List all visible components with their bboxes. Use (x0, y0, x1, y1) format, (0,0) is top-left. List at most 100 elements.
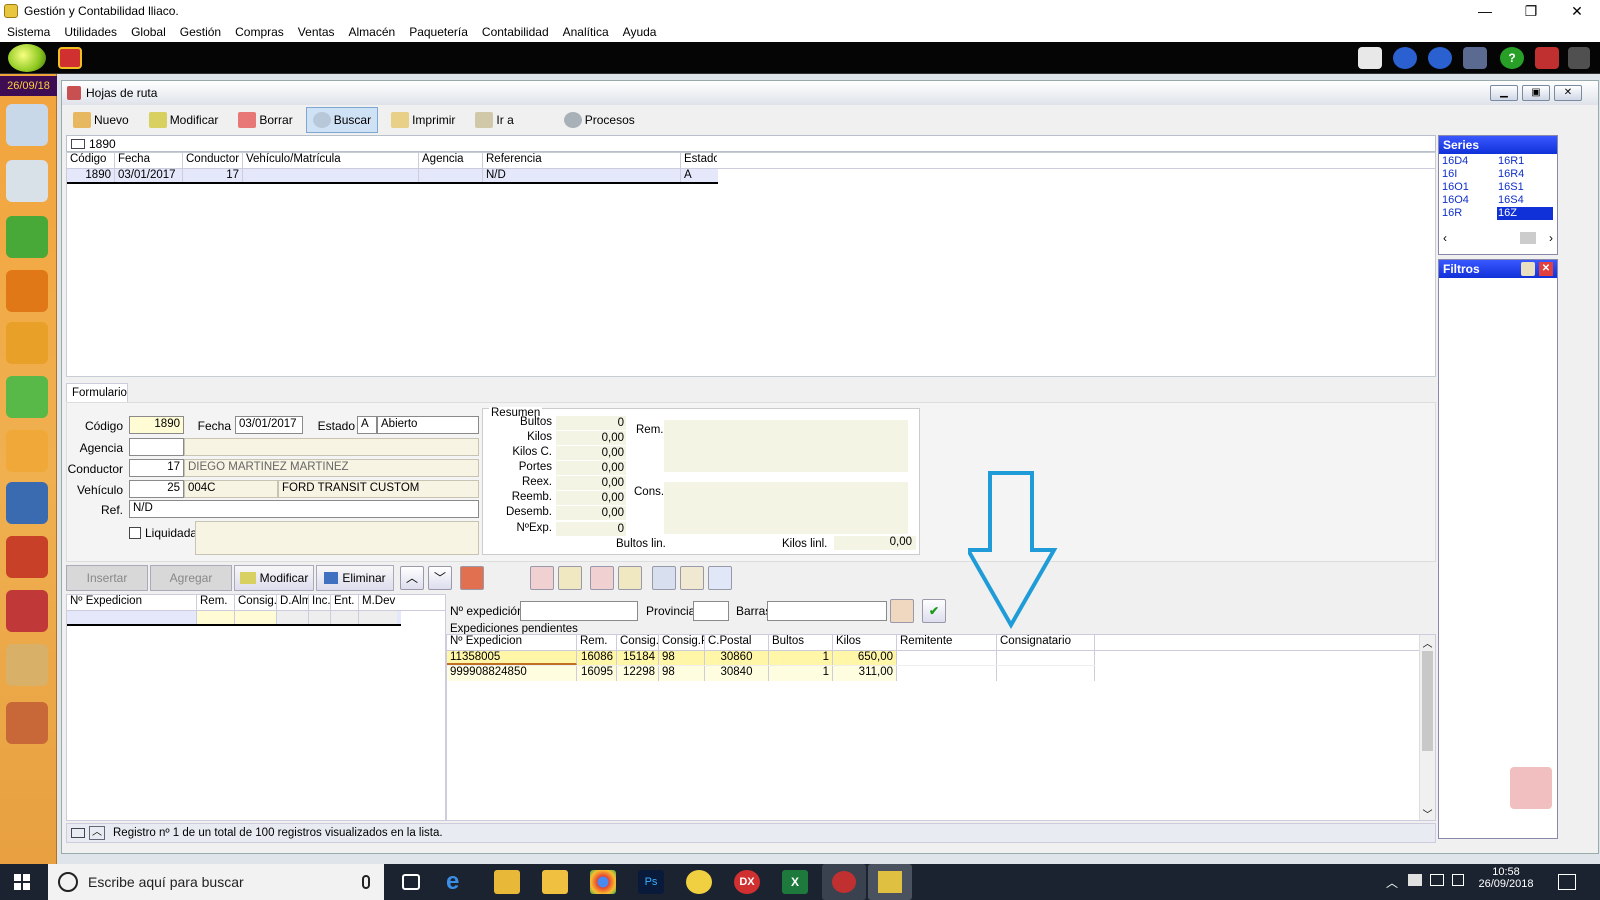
task-app-active-2[interactable] (868, 864, 912, 900)
scroll-down-icon[interactable]: ﹀ (1420, 806, 1435, 821)
series-item[interactable]: 16S1 (1497, 181, 1553, 194)
envelope-icon[interactable] (680, 566, 704, 590)
series-item[interactable]: 16O4 (1441, 194, 1497, 207)
ref-field[interactable]: N/D (129, 500, 479, 518)
child-restore-button[interactable]: ▣ (1522, 85, 1550, 101)
series-item[interactable]: 16S4 (1497, 194, 1553, 207)
invoice-f2-icon[interactable] (6, 270, 48, 312)
col-inc[interactable]: Inc. (309, 595, 331, 610)
series-scrollbar[interactable]: ‹ › (1439, 230, 1557, 246)
menu-global[interactable]: Global (124, 25, 173, 39)
network-icon[interactable] (1430, 874, 1444, 886)
document-icon[interactable] (558, 566, 582, 590)
mail-app-icon[interactable] (494, 870, 520, 894)
forward-arrow-icon[interactable] (1428, 47, 1452, 69)
vehiculo-field[interactable]: 25 (129, 480, 184, 498)
col-conductor[interactable]: Conductor (183, 153, 243, 168)
r-logo-icon[interactable] (58, 47, 82, 69)
col-agencia[interactable]: Agencia (419, 153, 483, 168)
ledger-icon[interactable] (6, 482, 48, 524)
invoice-f-icon[interactable] (6, 216, 48, 258)
child-minimize-button[interactable]: ▁ (1490, 85, 1518, 101)
chrome-icon[interactable] (590, 870, 616, 894)
lineas-empty-row[interactable] (67, 611, 401, 626)
conductor-field[interactable]: 17 (129, 459, 184, 477)
user-icon[interactable] (6, 160, 48, 202)
col-rem[interactable]: Rem. (197, 595, 235, 610)
notifications-icon[interactable] (1558, 874, 1576, 890)
menu-sistema[interactable]: Sistema (0, 25, 57, 39)
tab-formulario[interactable]: Formulario (66, 383, 128, 403)
col-p-cpostal[interactable]: C.Postal (705, 635, 769, 650)
col-mdev[interactable]: M.Dev (359, 595, 397, 610)
series-item[interactable]: 16R (1441, 207, 1497, 220)
menu-ventas[interactable]: Ventas (291, 25, 342, 39)
scroll-right-icon[interactable]: › (1549, 231, 1553, 245)
window-list-icon[interactable] (1463, 47, 1487, 69)
series-item[interactable]: 16O1 (1441, 181, 1497, 194)
col-p-rem[interactable]: Rem. (577, 635, 617, 650)
agencia-field[interactable] (129, 438, 184, 456)
question-box-icon[interactable] (6, 644, 48, 686)
col-p-remitente[interactable]: Remitente (897, 635, 997, 650)
menu-almacen[interactable]: Almacén (342, 25, 403, 39)
col-p-consig[interactable]: Consig. (617, 635, 659, 650)
nexp-input[interactable] (520, 601, 638, 621)
confirm-check-icon[interactable]: ✔ (922, 599, 946, 623)
page-icon[interactable] (708, 566, 732, 590)
eliminar-button[interactable]: Eliminar (316, 565, 394, 591)
exit-icon[interactable] (1568, 47, 1590, 69)
col-p-bultos[interactable]: Bultos (769, 635, 833, 650)
col-consig[interactable]: Consig. (235, 595, 277, 610)
col-p-kilos[interactable]: Kilos (833, 635, 897, 650)
barras-input[interactable] (767, 601, 887, 621)
estado-code-field[interactable]: A (357, 416, 377, 434)
series-item[interactable]: 16Z (1497, 207, 1553, 220)
erp-app-icon[interactable] (686, 870, 712, 894)
dx-app-icon[interactable]: DX (734, 870, 760, 894)
filtros-close-icon[interactable]: ✕ (1539, 262, 1553, 276)
series-scroll-thumb[interactable] (1520, 232, 1536, 244)
table-row[interactable]: 1890 03/01/2017 17 N/D A (67, 169, 718, 184)
col-referencia[interactable]: Referencia (483, 153, 681, 168)
mail-icon[interactable] (1358, 47, 1382, 69)
series-item[interactable]: 16I (1441, 168, 1497, 181)
menu-ayuda[interactable]: Ayuda (616, 25, 664, 39)
col-nexpedicion[interactable]: Nº Expedicion (67, 595, 197, 610)
menu-gestion[interactable]: Gestión (173, 25, 228, 39)
menu-paqueteria[interactable]: Paquetería (402, 25, 475, 39)
scroll-up-icon[interactable]: ︿ (1420, 635, 1435, 650)
restore-button[interactable]: ❐ (1508, 0, 1554, 22)
photoshop-icon[interactable]: Ps (638, 870, 664, 894)
col-dalm[interactable]: D.Alm. (277, 595, 309, 610)
file-explorer-icon[interactable] (542, 870, 568, 894)
person-red-2-icon[interactable] (590, 566, 614, 590)
move-down-button[interactable]: ﹀ (428, 566, 452, 590)
menu-analitica[interactable]: Analítica (556, 25, 616, 39)
bag-orange-icon[interactable] (6, 430, 48, 472)
agregar-button[interactable]: Agregar (150, 565, 232, 591)
task-app-active-1[interactable] (822, 864, 866, 900)
tray-chevron-icon[interactable]: ︿ (1386, 874, 1398, 891)
col-p-consigp[interactable]: Consig.P (659, 635, 705, 650)
collapse-icon[interactable]: ︿ (89, 826, 105, 840)
menu-utilidades[interactable]: Utilidades (57, 25, 124, 39)
excel-icon[interactable]: X (782, 870, 808, 894)
provincia-input[interactable] (693, 601, 729, 621)
dropbox-icon[interactable] (1408, 874, 1422, 886)
borrar-button[interactable]: Borrar (231, 107, 299, 133)
globe-icon[interactable] (8, 44, 46, 72)
col-vehiculo[interactable]: Vehículo/Matrícula (243, 153, 419, 168)
users-icon[interactable] (6, 104, 48, 146)
c-box-icon[interactable] (6, 702, 48, 744)
col-estado[interactable]: Estado (681, 153, 717, 168)
col-p-nexpedicion[interactable]: Nº Expedicion (447, 635, 577, 650)
scan-icon[interactable] (890, 599, 914, 623)
modificar-line-button[interactable]: Modificar (234, 565, 314, 591)
volume-muted-icon[interactable] (1452, 874, 1464, 886)
filter-pin-icon[interactable] (1521, 262, 1535, 276)
minimize-button[interactable]: — (1462, 0, 1508, 22)
scroll-thumb[interactable] (1422, 651, 1433, 751)
procesos-button[interactable]: Procesos (557, 107, 642, 133)
col-ent[interactable]: Ent. (331, 595, 359, 610)
